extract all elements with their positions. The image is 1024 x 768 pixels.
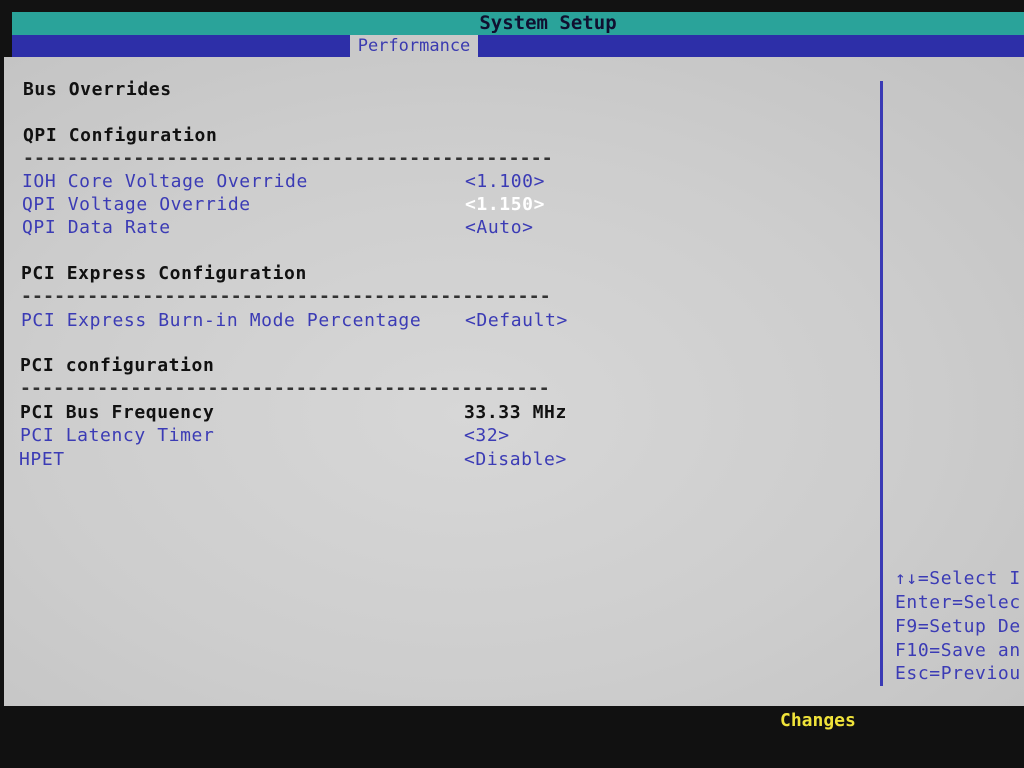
option-value[interactable]: <Default> bbox=[465, 310, 568, 332]
info-pci-bus-frequency: PCI Bus Frequency bbox=[20, 402, 215, 423]
bottom-bar bbox=[0, 706, 1024, 768]
option-value[interactable]: <1.100> bbox=[465, 171, 545, 193]
footer-changes: Changes bbox=[780, 710, 856, 731]
separator: ----------------------------------------… bbox=[23, 148, 553, 169]
option-qpi-voltage-override[interactable]: QPI Voltage Override bbox=[22, 194, 251, 216]
option-pci-latency-timer[interactable]: PCI Latency Timer bbox=[20, 425, 214, 447]
help-f10: F10=Save an bbox=[895, 640, 1021, 661]
option-value-selected[interactable]: <1.150> bbox=[465, 194, 545, 216]
group-heading-pci: PCI configuration bbox=[20, 355, 215, 376]
option-pci-express-burn-in-mode[interactable]: PCI Express Burn-in Mode Percentage bbox=[21, 310, 421, 332]
help-enter: Enter=Selec bbox=[895, 592, 1021, 613]
option-qpi-data-rate[interactable]: QPI Data Rate bbox=[22, 217, 171, 239]
help-f9: F9=Setup De bbox=[895, 616, 1021, 637]
help-select: ↑↓=Select I bbox=[895, 568, 1021, 589]
section-title: Bus Overrides bbox=[23, 79, 172, 100]
setup-screen: Bus Overrides QPI Configuration --------… bbox=[4, 57, 1024, 706]
tab-bar: Performance bbox=[12, 35, 1024, 57]
option-ioh-core-voltage-override[interactable]: IOH Core Voltage Override bbox=[22, 171, 308, 193]
help-esc: Esc=Previou bbox=[895, 663, 1021, 684]
tab-performance[interactable]: Performance bbox=[350, 35, 478, 57]
group-heading-pci-express: PCI Express Configuration bbox=[21, 263, 307, 284]
separator: ----------------------------------------… bbox=[20, 378, 550, 399]
separator: ----------------------------------------… bbox=[21, 286, 551, 307]
option-value[interactable]: <Disable> bbox=[464, 449, 567, 471]
info-value: 33.33 MHz bbox=[464, 402, 567, 423]
option-value[interactable]: <Auto> bbox=[465, 217, 534, 239]
option-hpet[interactable]: HPET bbox=[19, 449, 65, 471]
panel-divider bbox=[880, 81, 883, 686]
group-heading-qpi: QPI Configuration bbox=[23, 125, 218, 146]
option-value[interactable]: <32> bbox=[464, 425, 510, 447]
window-title: System Setup bbox=[12, 12, 1024, 35]
